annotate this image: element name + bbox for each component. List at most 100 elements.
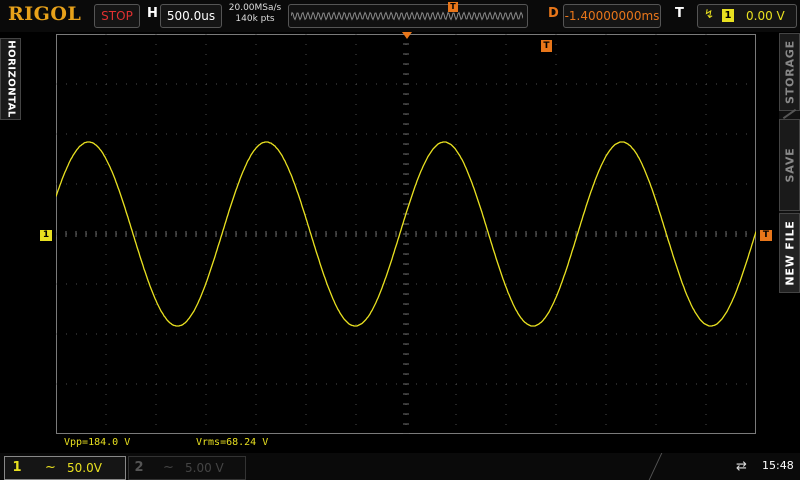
grid-dot [706, 183, 707, 185]
menu-storage[interactable]: STORAGE [779, 33, 800, 111]
grid-dot [205, 194, 207, 195]
timebase-value[interactable]: 500.0us [160, 4, 222, 28]
grid-dot [105, 354, 107, 355]
grid-dot [476, 283, 477, 285]
grid-dot [716, 133, 717, 135]
grid-dot [496, 83, 497, 85]
grid-dot [455, 124, 457, 125]
grid-dot [705, 344, 707, 345]
grid-dot [155, 144, 157, 145]
grid-dot [286, 183, 287, 185]
grid-dot [705, 374, 707, 375]
menu-save[interactable]: SAVE [779, 119, 800, 211]
grid-dot [255, 74, 257, 75]
ch1-offset-marker[interactable]: 1 [40, 230, 52, 241]
grid-dot [355, 344, 357, 345]
grid-dot [656, 283, 657, 285]
menu-new-file-label: NEW FILE [783, 220, 796, 286]
grid-dot [236, 83, 237, 85]
grid-dot [355, 34, 357, 35]
grid-dot [426, 183, 427, 185]
grid-dot [605, 74, 607, 75]
trigger-settings[interactable]: ↯ 1 0.00 V [697, 4, 797, 28]
ch1-settings[interactable]: 1 ~ 50.0V [4, 456, 126, 480]
grid-dot [546, 133, 547, 135]
grid-dot [355, 124, 357, 125]
grid-dot [536, 133, 537, 135]
sample-rate: 20.00MSa/s [228, 3, 282, 13]
grid-dot [155, 94, 157, 95]
grid-dot [705, 364, 707, 365]
grid-dot [605, 274, 607, 275]
grid-dot [266, 283, 267, 285]
grid-dot [105, 34, 107, 35]
scope-graticule[interactable] [56, 34, 756, 434]
grid-dot [536, 383, 537, 385]
ch1-scale: 50.0V [67, 461, 102, 475]
grid-dot [656, 133, 657, 135]
grid-dot [455, 194, 457, 195]
horizontal-menu-tab[interactable]: HORIZONTAL [0, 38, 21, 120]
grid-dot [105, 314, 107, 315]
grid-dot [466, 83, 467, 85]
grid-dot [655, 364, 657, 365]
grid-dot [216, 83, 217, 85]
grid-dot [455, 424, 457, 425]
grid-dot [506, 283, 507, 285]
grid-dot [366, 383, 367, 385]
grid-dot [326, 183, 327, 185]
grid-dot [606, 183, 607, 185]
grid-dot [276, 383, 277, 385]
delay-value[interactable]: -1.40000000ms [563, 4, 661, 28]
grid-dot [455, 64, 457, 65]
grid-dot [505, 54, 507, 55]
grid-dot [505, 354, 507, 355]
grid-dot [606, 283, 607, 285]
grid-dot [105, 324, 107, 325]
grid-dot [86, 333, 87, 335]
grid-dot [556, 283, 557, 285]
grid-dot [305, 74, 307, 75]
clock: 15:48 [762, 459, 794, 472]
grid-dot [546, 183, 547, 185]
grid-dot [555, 64, 557, 65]
grid-dot [205, 64, 207, 65]
grid-dot [205, 324, 207, 325]
trigger-level-marker[interactable]: T [760, 230, 772, 241]
grid-dot [605, 364, 607, 365]
grid-dot [155, 404, 157, 405]
grid-dot [536, 83, 537, 85]
grid-dot [666, 333, 667, 335]
grid-dot [336, 83, 337, 85]
grid-dot [355, 354, 357, 355]
grid-dot [355, 264, 357, 265]
grid-dot [336, 133, 337, 135]
grid-dot [246, 333, 247, 335]
run-stop-status[interactable]: STOP [94, 4, 140, 28]
grid-dot [305, 324, 307, 325]
grid-dot [496, 383, 497, 385]
grid-dot [455, 254, 457, 255]
grid-dot [705, 424, 707, 425]
grid-dot [305, 314, 307, 315]
grid-dot [205, 144, 207, 145]
grid-dot [705, 274, 707, 275]
grid-dot [636, 83, 637, 85]
grid-dot [436, 283, 437, 285]
grid-dot [705, 314, 707, 315]
menu-new-file[interactable]: NEW FILE [779, 213, 800, 293]
grid-dot [466, 183, 467, 185]
grid-dot [505, 264, 507, 265]
grid-dot [276, 83, 277, 85]
grid-dot [105, 164, 107, 165]
grid-dot [96, 183, 97, 185]
bar-divider [648, 453, 677, 480]
grid-dot [726, 183, 727, 185]
grid-dot [526, 133, 527, 135]
grid-dot [155, 164, 157, 165]
grid-dot [655, 154, 657, 155]
grid-dot [376, 383, 377, 385]
ch2-settings[interactable]: 2 ~ 5.00 V [128, 456, 246, 480]
grid-dot [155, 354, 157, 355]
grid-dot [105, 274, 107, 275]
